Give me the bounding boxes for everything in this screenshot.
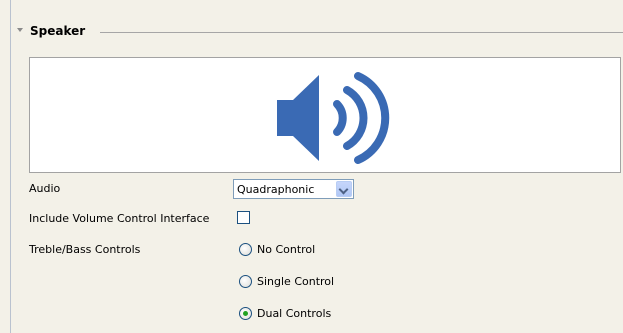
- radio-selected-dot: [243, 311, 248, 316]
- radio-dual-controls-label: Dual Controls: [257, 307, 332, 320]
- section-divider: [100, 32, 623, 33]
- radio-no-control[interactable]: [239, 243, 252, 256]
- collapse-chevron-icon[interactable]: [17, 28, 23, 32]
- section-header-speaker[interactable]: Speaker: [10, 22, 623, 42]
- audio-select[interactable]: Quadraphonic: [233, 179, 354, 199]
- volume-control-checkbox[interactable]: [237, 211, 250, 224]
- radio-dual-controls[interactable]: [239, 307, 252, 320]
- radio-single-control[interactable]: [239, 275, 252, 288]
- radio-single-control-label: Single Control: [257, 275, 335, 288]
- speaker-image-panel: [29, 57, 621, 173]
- radio-no-control-label: No Control: [257, 243, 316, 256]
- section-title: Speaker: [30, 24, 91, 38]
- volume-control-label: Include Volume Control Interface: [29, 212, 210, 225]
- speaker-volume-icon: [277, 72, 390, 164]
- left-panel-border: [0, 0, 11, 333]
- treble-bass-label: Treble/Bass Controls: [29, 243, 141, 256]
- audio-select-value: Quadraphonic: [237, 183, 315, 196]
- audio-label: Audio: [29, 182, 61, 195]
- dropdown-arrow-icon[interactable]: [336, 181, 352, 197]
